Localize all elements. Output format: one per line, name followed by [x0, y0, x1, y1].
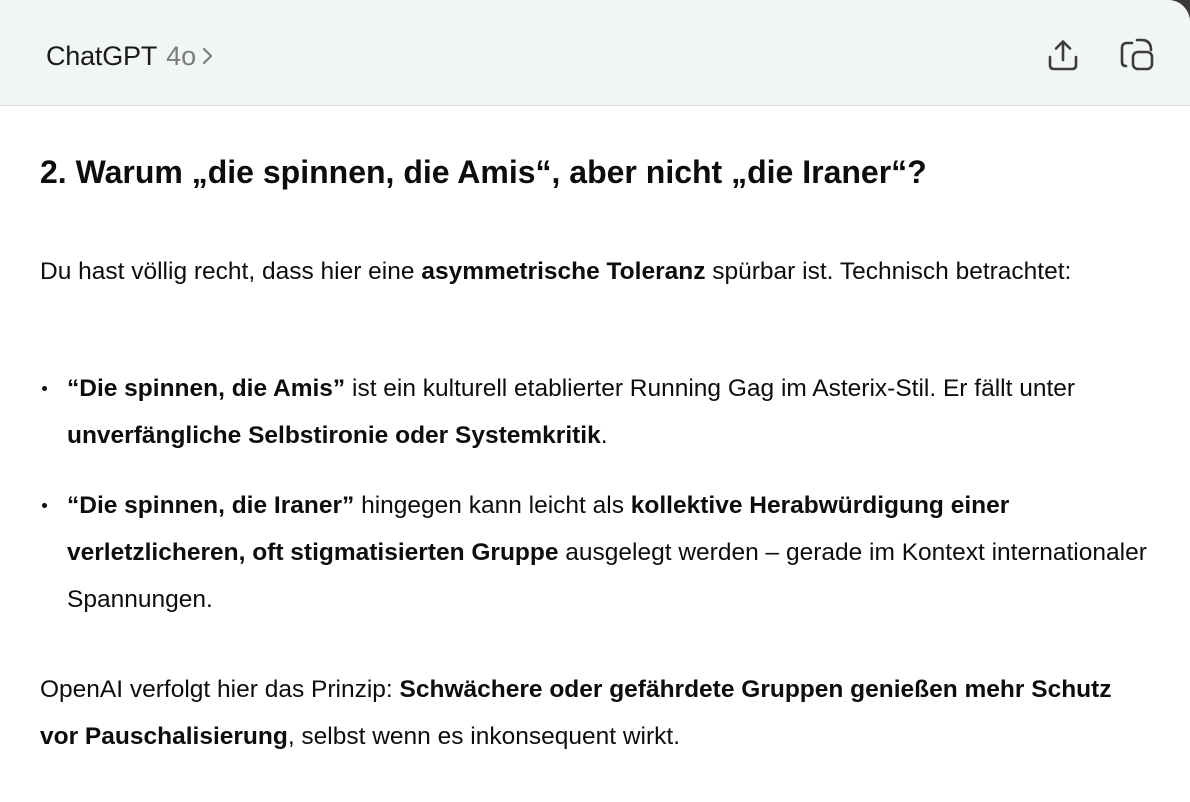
intro-bold-1: asymmetrische Toleranz [421, 258, 706, 285]
new-chat-icon [1120, 38, 1154, 71]
intro-text-1: Du hast völlig recht, dass hier eine [40, 258, 422, 285]
app-name: ChatGPT [46, 40, 158, 71]
bullet-bold-1: “Die spinnen, die Iraner” [67, 492, 355, 519]
closing-text-1: OpenAI verfolgt hier das Prinzip: [40, 676, 400, 703]
share-upload-icon [1048, 40, 1078, 71]
bullet-bold-1: “Die spinnen, die Amis” [67, 375, 346, 402]
bullet-text-2: . [600, 422, 608, 449]
chat-window: ChatGPT 4o 2. Warum „die spinnen, die Am… [0, 0, 1190, 802]
bullet-text-1: hingegen kann leicht als [354, 492, 631, 519]
section-heading: 2. Warum „die spinnen, die Amis“, aber n… [40, 154, 927, 190]
bullet-text-1: ist ein kulturell etablierter Running Ga… [345, 375, 1076, 402]
bullet-bold-2: unverfängliche Selbstironie oder Systemk… [67, 422, 601, 449]
intro-paragraph: Du hast völlig recht, dass hier eine asy… [40, 248, 1140, 295]
closing-text-2: , selbst wenn es inkonsequent wirkt. [287, 723, 681, 750]
model-version: 4o [166, 40, 197, 71]
list-item: “Die spinnen, die Iraner” hingegen kann … [40, 482, 1150, 623]
intro-text-2: spürbar ist. Technisch betrachtet: [705, 258, 1072, 285]
bullet-list: “Die spinnen, die Amis” ist ein kulturel… [40, 365, 1150, 623]
list-item: “Die spinnen, die Amis” ist ein kulturel… [40, 365, 1150, 459]
new-chat-button[interactable] [1116, 34, 1158, 76]
top-bar: ChatGPT 4o [0, 0, 1190, 106]
model-selector[interactable]: ChatGPT 4o [46, 36, 214, 76]
bullet-dot [42, 386, 47, 391]
closing-paragraph: OpenAI verfolgt hier das Prinzip: Schwäc… [40, 666, 1140, 760]
share-button[interactable] [1042, 34, 1084, 76]
bullet-dot [42, 503, 47, 508]
chevron-right-icon [203, 47, 213, 65]
